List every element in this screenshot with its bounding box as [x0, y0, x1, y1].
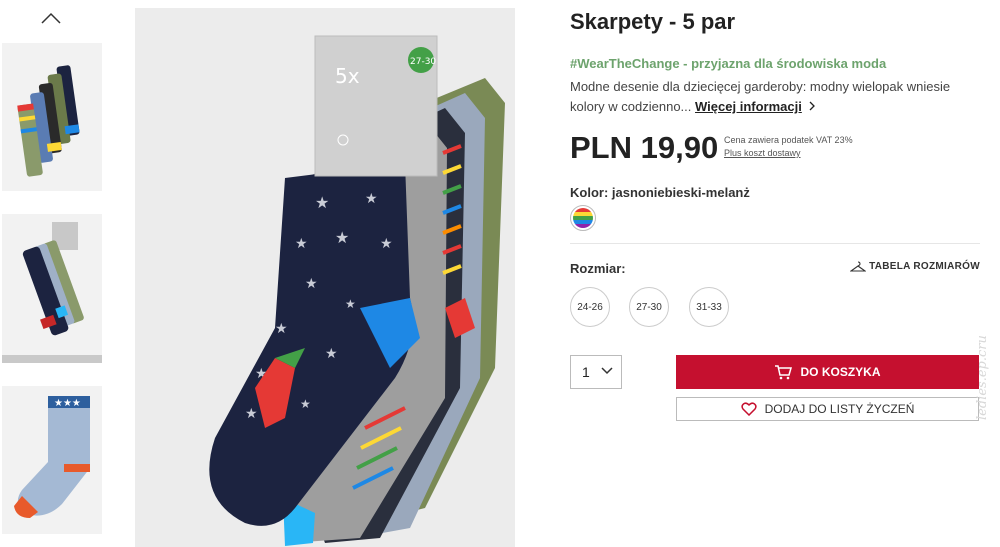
- sustainability-tagline: #WearTheChange - przyjazna dla środowisk…: [570, 56, 887, 71]
- color-swatch[interactable]: [570, 205, 596, 231]
- vat-note: Cena zawiera podatek VAT 23%: [724, 135, 853, 145]
- svg-text:★: ★: [245, 405, 258, 421]
- shipping-cost-link[interactable]: Plus koszt dostawy: [724, 147, 853, 160]
- add-to-wishlist-label: DODAJ DO LISTY ŻYCZEŃ: [764, 402, 915, 416]
- svg-text:★: ★: [345, 297, 356, 311]
- divider: [570, 243, 980, 244]
- size-option-24-26[interactable]: 24-26: [570, 287, 610, 327]
- color-swatch-fill: [573, 208, 593, 228]
- cart-icon: [775, 365, 793, 380]
- svg-text:★: ★: [325, 345, 338, 361]
- chevron-right-icon: [810, 101, 816, 111]
- svg-text:★: ★: [295, 235, 308, 251]
- svg-text:★: ★: [335, 230, 349, 247]
- svg-text:★: ★: [300, 397, 311, 411]
- svg-text:★: ★: [275, 320, 288, 336]
- socks-illustration: ★ ★ ★ ★ ★ ★ ★ ★ ★ ★ ★ ★ 5x 27-30: [209, 35, 505, 546]
- svg-text:★: ★: [365, 190, 378, 206]
- thumbnail-3[interactable]: ★★★: [2, 386, 102, 534]
- quantity-value: 1: [582, 364, 590, 380]
- svg-text:★: ★: [305, 275, 318, 291]
- add-to-wishlist-button[interactable]: DODAJ DO LISTY ŻYCZEŃ: [676, 397, 979, 421]
- color-label: Kolor: jasnoniebieski-melanż: [570, 185, 750, 200]
- product-description: Modne desenie dla dziecięcej garderoby: …: [570, 77, 980, 117]
- chevron-up-icon[interactable]: [40, 8, 62, 30]
- thumbnail-1-image: [17, 65, 80, 177]
- watermark: ledies.ep.cru: [975, 335, 990, 420]
- product-title: Skarpety - 5 par: [570, 9, 736, 34]
- more-info-link[interactable]: Więcej informacji: [695, 99, 802, 114]
- quantity-select[interactable]: 1: [570, 355, 622, 389]
- svg-text:★★★: ★★★: [54, 398, 81, 409]
- thumbnail-2-image: [22, 222, 84, 336]
- thumbnail-2[interactable]: [2, 214, 102, 363]
- size-chart-link[interactable]: TABELA ROZMIARÓW: [849, 261, 980, 273]
- chevron-down-icon: [601, 367, 613, 375]
- svg-text:★: ★: [380, 235, 393, 251]
- size-label: Rozmiar:: [570, 261, 626, 276]
- product-price: PLN 19,90: [570, 130, 719, 165]
- heart-icon: [740, 402, 757, 416]
- hanger-icon: [849, 261, 867, 272]
- thumbnail-3-image: ★★★: [14, 396, 90, 518]
- size-option-31-33[interactable]: 31-33: [689, 287, 729, 327]
- thumbnail-1[interactable]: [2, 43, 102, 191]
- size-badge-text: 27-30: [410, 57, 436, 67]
- size-option-27-30[interactable]: 27-30: [629, 287, 669, 327]
- add-to-cart-button[interactable]: DO KOSZYKA: [676, 355, 979, 389]
- product-main-image: ★ ★ ★ ★ ★ ★ ★ ★ ★ ★ ★ ★ 5x 27-30: [135, 8, 515, 547]
- price-notes: Cena zawiera podatek VAT 23% Plus koszt …: [724, 134, 853, 160]
- size-chart-label: TABELA ROZMIARÓW: [869, 261, 980, 273]
- svg-text:★: ★: [315, 195, 329, 212]
- add-to-cart-label: DO KOSZYKA: [800, 365, 881, 379]
- pack-count-text: 5x: [335, 64, 360, 88]
- thumbnail-gallery: ★★★: [0, 0, 104, 547]
